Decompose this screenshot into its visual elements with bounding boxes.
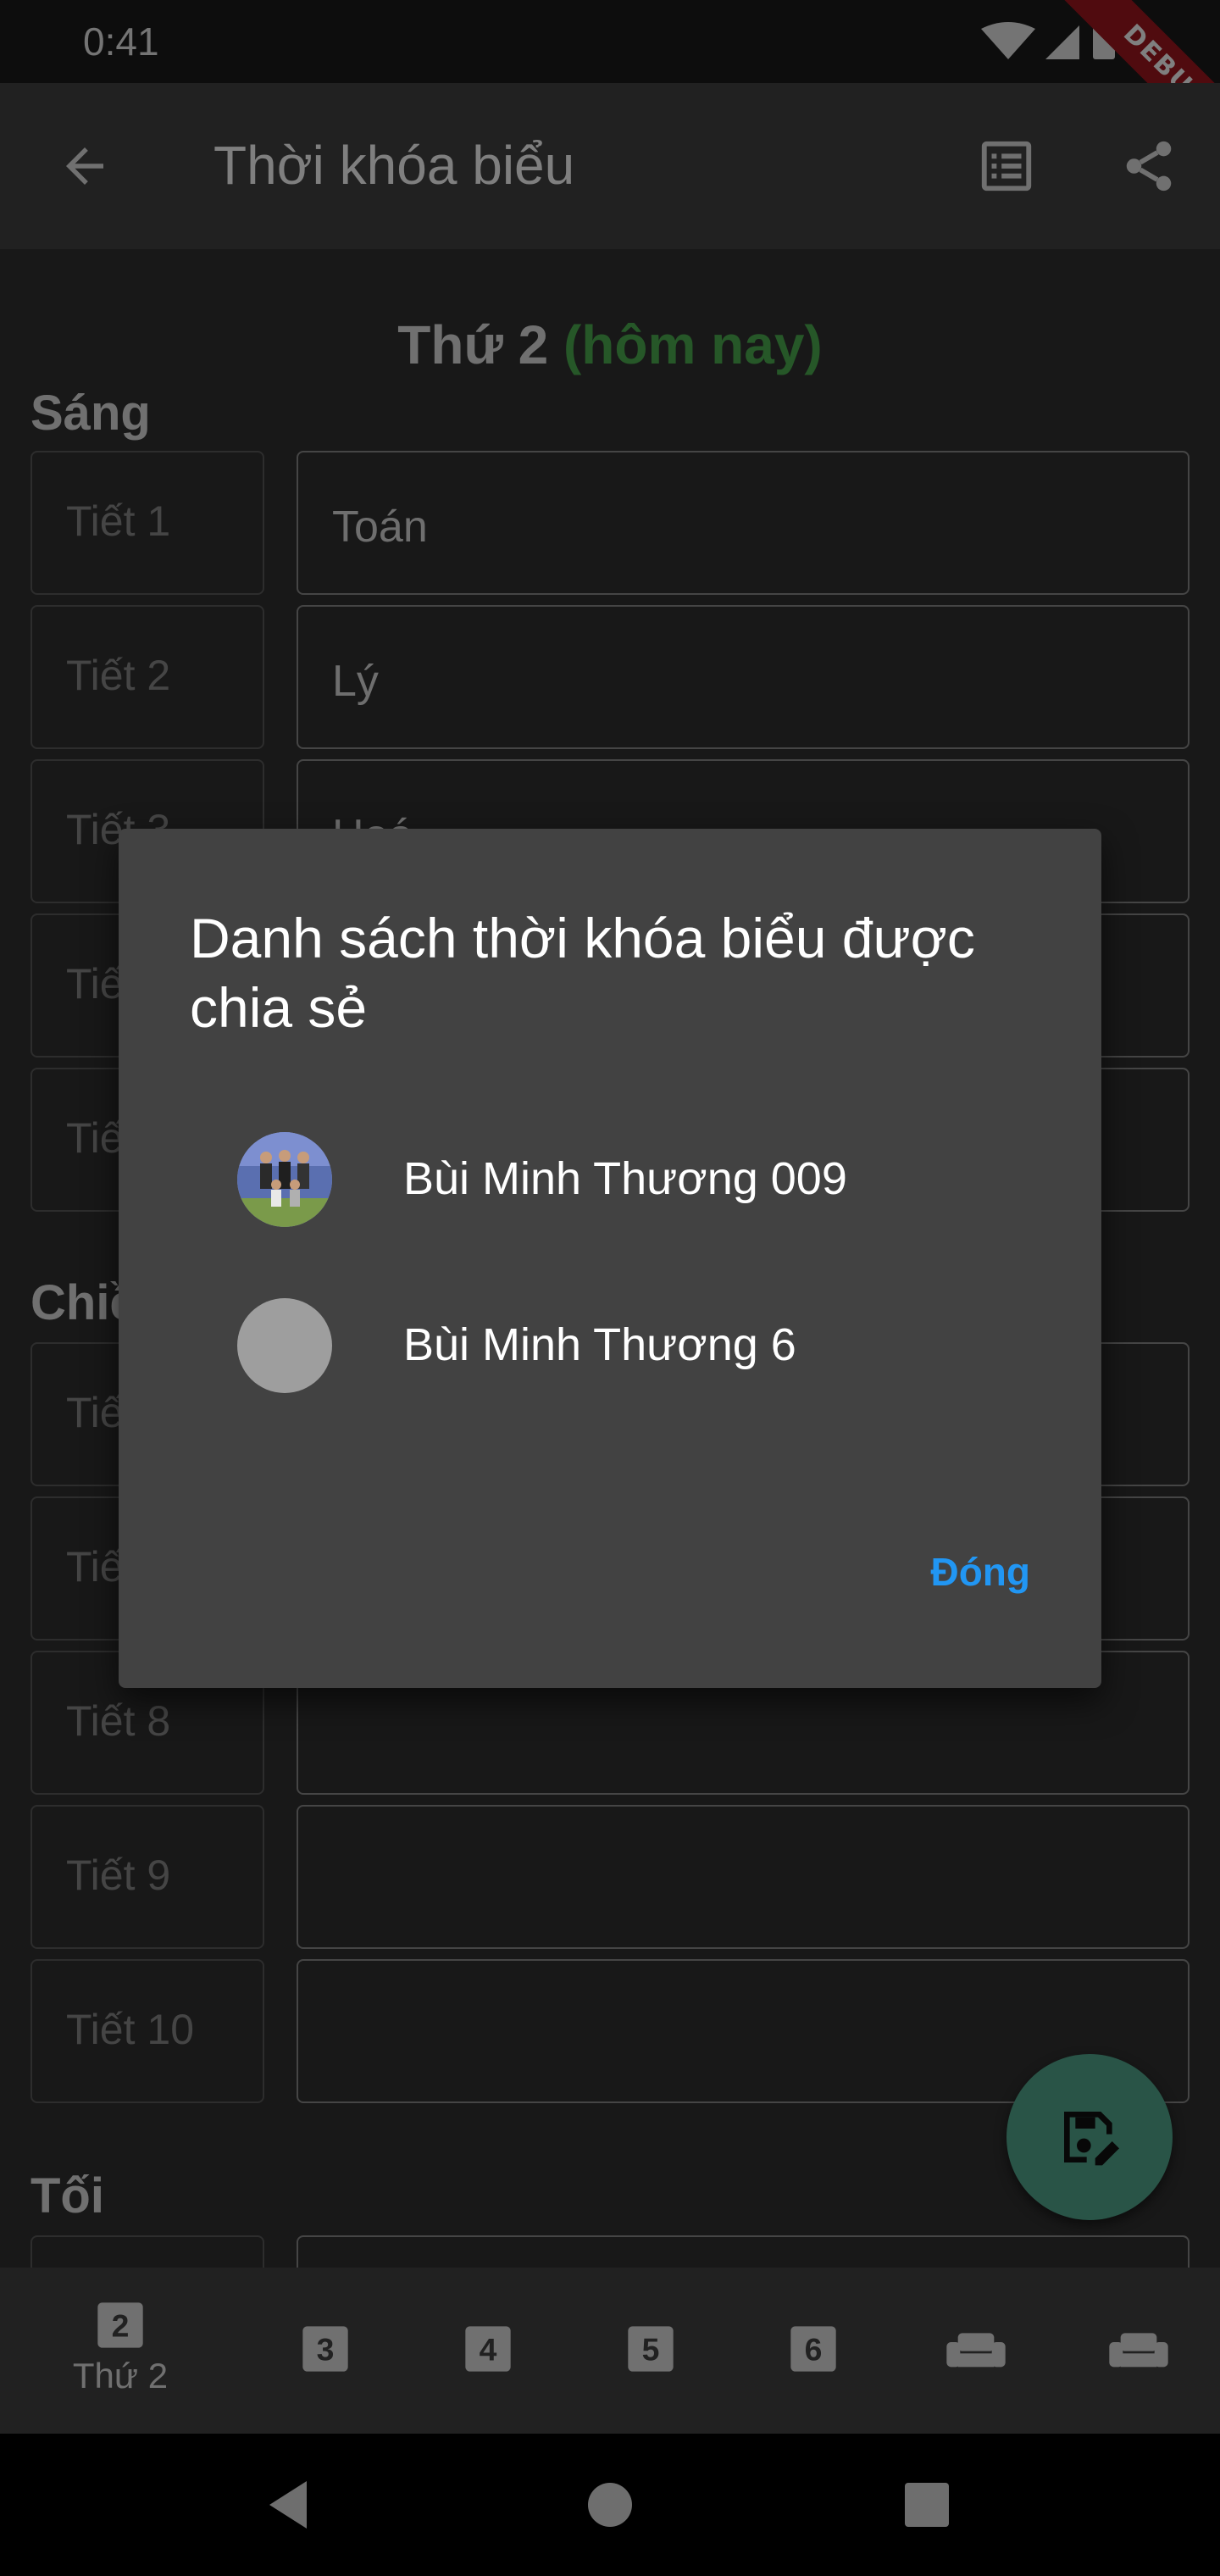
avatar-placeholder xyxy=(237,1298,332,1393)
shared-schedule-item[interactable]: Bùi Minh Thương 009 xyxy=(119,1112,1101,1247)
shared-schedules-dialog: Danh sách thời khóa biểu được chia sẻ Bù… xyxy=(119,829,1101,1688)
shared-user-name: Bùi Minh Thương 6 xyxy=(403,1319,796,1370)
close-button[interactable]: Đóng xyxy=(930,1549,1030,1595)
shared-user-name: Bùi Minh Thương 009 xyxy=(403,1153,847,1204)
group-photo-avatar-icon xyxy=(237,1132,332,1227)
avatar xyxy=(237,1132,332,1227)
dialog-title: Danh sách thời khóa biểu được chia sẻ xyxy=(190,907,975,1039)
shared-schedule-item[interactable]: Bùi Minh Thương 6 xyxy=(119,1278,1101,1413)
